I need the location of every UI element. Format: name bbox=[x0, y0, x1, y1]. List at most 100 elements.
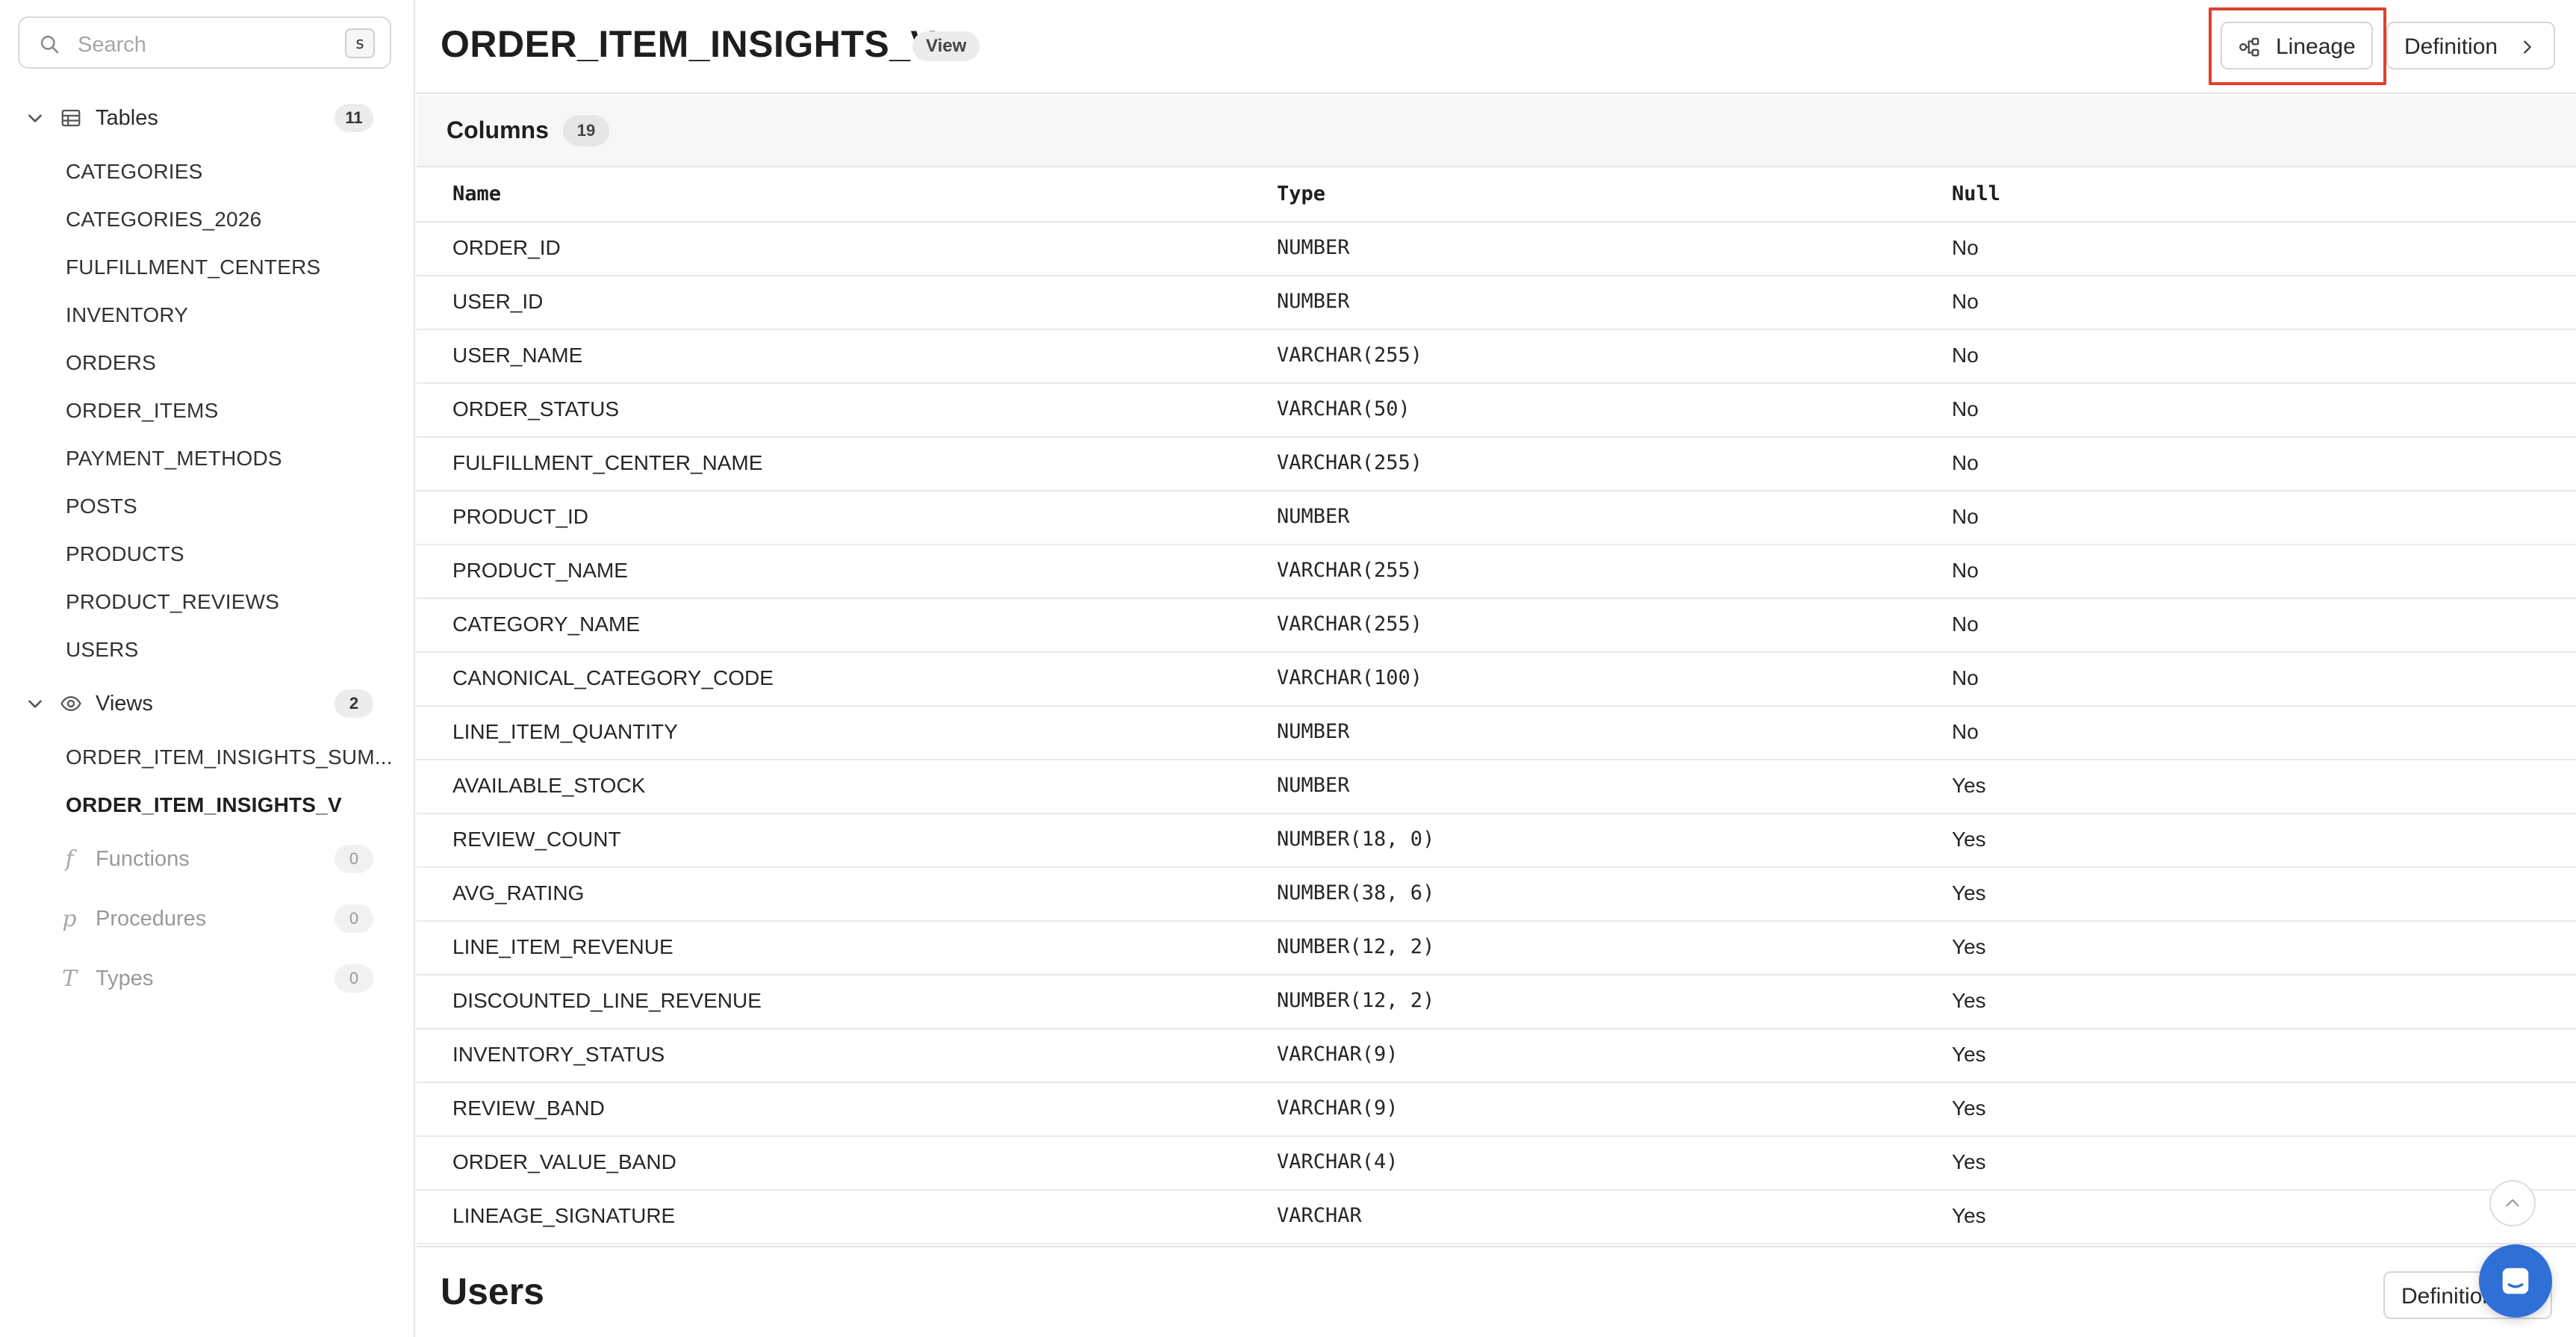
cell-name: ORDER_VALUE_BAND bbox=[452, 1150, 676, 1173]
sidebar-section-procedures[interactable]: p Procedures 0 bbox=[0, 896, 415, 941]
procedure-icon: p bbox=[62, 905, 77, 932]
count-badge: 2 bbox=[335, 689, 373, 718]
sidebar-item-table[interactable]: PRODUCTS bbox=[66, 542, 184, 566]
table-row: ORDER_VALUE_BAND VARCHAR(4) Yes bbox=[417, 1137, 2576, 1191]
cell-type: VARCHAR(255) bbox=[1277, 612, 1423, 636]
users-section-header: Users Definition bbox=[417, 1246, 2576, 1337]
cell-type: NUMBER(12, 2) bbox=[1277, 989, 1435, 1012]
cell-name: CATEGORY_NAME bbox=[452, 612, 641, 636]
column-header-name[interactable]: Name bbox=[452, 182, 501, 205]
cell-null: Yes bbox=[1952, 935, 1986, 958]
cell-type: VARCHAR(100) bbox=[1277, 666, 1423, 689]
chevron-right-icon bbox=[2524, 40, 2531, 54]
sidebar-item-table[interactable]: CATEGORIES_2026 bbox=[66, 208, 261, 232]
cell-name: CANONICAL_CATEGORY_CODE bbox=[452, 666, 774, 689]
sidebar-item-view[interactable]: ORDER_ITEM_INSIGHTS_SUM... bbox=[66, 745, 393, 769]
table-row: USER_ID NUMBER No bbox=[417, 276, 2576, 330]
cell-name: LINE_ITEM_QUANTITY bbox=[452, 720, 678, 743]
column-header-type[interactable]: Type bbox=[1277, 182, 1325, 205]
search-input[interactable]: Search bbox=[78, 33, 146, 58]
table-row: ORDER_STATUS VARCHAR(50) No bbox=[417, 384, 2576, 438]
table-row: CANONICAL_CATEGORY_CODE VARCHAR(100) No bbox=[417, 653, 2576, 707]
chevron-down-icon[interactable] bbox=[25, 694, 45, 713]
cell-type: VARCHAR(50) bbox=[1277, 397, 1410, 421]
columns-count-badge: 19 bbox=[563, 115, 609, 146]
definition-button[interactable]: Definition bbox=[2386, 22, 2555, 69]
chat-icon bbox=[2502, 1268, 2529, 1294]
scroll-to-top-button[interactable] bbox=[2489, 1180, 2536, 1226]
sidebar-section-functions[interactable]: f Functions 0 bbox=[0, 837, 415, 881]
cell-type: NUMBER bbox=[1277, 236, 1350, 259]
chat-button[interactable] bbox=[2479, 1244, 2552, 1318]
section-title: Users bbox=[441, 1271, 544, 1312]
lineage-button[interactable]: Lineage bbox=[2221, 22, 2373, 69]
table-row: REVIEW_BAND VARCHAR(9) Yes bbox=[417, 1083, 2576, 1137]
count-badge: 11 bbox=[335, 104, 373, 132]
sidebar-item-table[interactable]: PRODUCT_REVIEWS bbox=[66, 590, 279, 614]
column-header-null[interactable]: Null bbox=[1952, 182, 2000, 205]
lineage-icon bbox=[2239, 37, 2259, 57]
cell-name: LINEAGE_SIGNATURE bbox=[452, 1204, 676, 1227]
sidebar-section-types[interactable]: T Types 0 bbox=[0, 956, 415, 1001]
sidebar-section-label: Functions bbox=[96, 846, 190, 871]
count-badge: 0 bbox=[335, 905, 373, 933]
table-row: USER_NAME VARCHAR(255) No bbox=[417, 330, 2576, 384]
table-icon bbox=[61, 109, 81, 127]
cell-type: VARCHAR(255) bbox=[1277, 344, 1423, 367]
cell-type: VARCHAR(255) bbox=[1277, 451, 1423, 474]
cell-null: Yes bbox=[1952, 774, 1986, 797]
table-row: LINE_ITEM_QUANTITY NUMBER No bbox=[417, 707, 2576, 760]
sidebar-item-table[interactable]: INVENTORY bbox=[66, 303, 188, 327]
function-icon: f bbox=[65, 846, 74, 872]
sidebar-item-table[interactable]: ORDER_ITEMS bbox=[66, 399, 218, 423]
cell-type: VARCHAR(4) bbox=[1277, 1150, 1399, 1173]
cell-null: No bbox=[1952, 451, 1979, 474]
cell-null: Yes bbox=[1952, 989, 1986, 1012]
sidebar-item-view[interactable]: ORDER_ITEM_INSIGHTS_V bbox=[66, 793, 342, 817]
sidebar-section-views[interactable]: Views 2 bbox=[0, 681, 415, 726]
cell-name: ORDER_STATUS bbox=[452, 397, 619, 421]
cell-null: No bbox=[1952, 666, 1979, 689]
sidebar-item-table[interactable]: FULFILLMENT_CENTERS bbox=[66, 255, 320, 279]
cell-name: PRODUCT_NAME bbox=[452, 559, 628, 582]
cell-null: No bbox=[1952, 612, 1979, 636]
sidebar-section-label: Procedures bbox=[96, 906, 207, 931]
table-row: INVENTORY_STATUS VARCHAR(9) Yes bbox=[417, 1029, 2576, 1083]
cell-null: Yes bbox=[1952, 1043, 1986, 1066]
sidebar-item-table[interactable]: POSTS bbox=[66, 494, 137, 518]
columns-title: Columns bbox=[447, 117, 549, 143]
table-row: FULFILLMENT_CENTER_NAME VARCHAR(255) No bbox=[417, 438, 2576, 491]
lineage-button-label: Lineage bbox=[2276, 34, 2356, 59]
cell-name: AVAILABLE_STOCK bbox=[452, 774, 646, 797]
chevron-down-icon[interactable] bbox=[25, 108, 45, 128]
sidebar-section-tables[interactable]: Tables 11 bbox=[0, 96, 415, 140]
cell-type: VARCHAR(9) bbox=[1277, 1096, 1399, 1120]
cell-name: AVG_RATING bbox=[452, 881, 585, 905]
cell-null: No bbox=[1952, 236, 1979, 259]
count-badge: 0 bbox=[335, 964, 373, 993]
main-content: ORDER_ITEM_INSIGHTS_V View Lineage Defin… bbox=[417, 0, 2576, 1337]
sidebar-item-table[interactable]: ORDERS bbox=[66, 351, 156, 375]
cell-type: NUMBER(18, 0) bbox=[1277, 828, 1435, 851]
table-header-row: Name Type Null bbox=[417, 169, 2576, 223]
search-box[interactable]: Search s bbox=[18, 16, 391, 69]
table-row: DISCOUNTED_LINE_REVENUE NUMBER(12, 2) Yes bbox=[417, 975, 2576, 1029]
cell-type: NUMBER bbox=[1277, 774, 1350, 797]
cell-null: No bbox=[1952, 344, 1979, 367]
chevron-up-icon bbox=[2506, 1199, 2519, 1207]
sidebar-item-table[interactable]: CATEGORIES bbox=[66, 160, 203, 184]
sidebar-item-table[interactable]: USERS bbox=[66, 638, 138, 662]
table-row: REVIEW_COUNT NUMBER(18, 0) Yes bbox=[417, 814, 2576, 868]
table-row: ORDER_ID NUMBER No bbox=[417, 223, 2576, 276]
cell-null: No bbox=[1952, 505, 1979, 528]
table-row: CATEGORY_NAME VARCHAR(255) No bbox=[417, 599, 2576, 653]
sidebar-item-table[interactable]: PAYMENT_METHODS bbox=[66, 447, 282, 471]
cell-type: VARCHAR(9) bbox=[1277, 1043, 1399, 1066]
search-shortcut-key: s bbox=[345, 28, 375, 58]
cell-type: NUMBER bbox=[1277, 505, 1350, 528]
table-row: LINE_ITEM_REVENUE NUMBER(12, 2) Yes bbox=[417, 922, 2576, 975]
cell-type: NUMBER bbox=[1277, 290, 1350, 313]
table-row: AVG_RATING NUMBER(38, 6) Yes bbox=[417, 868, 2576, 922]
table-row: PRODUCT_ID NUMBER No bbox=[417, 491, 2576, 545]
sidebar-section-label: Tables bbox=[96, 105, 158, 130]
